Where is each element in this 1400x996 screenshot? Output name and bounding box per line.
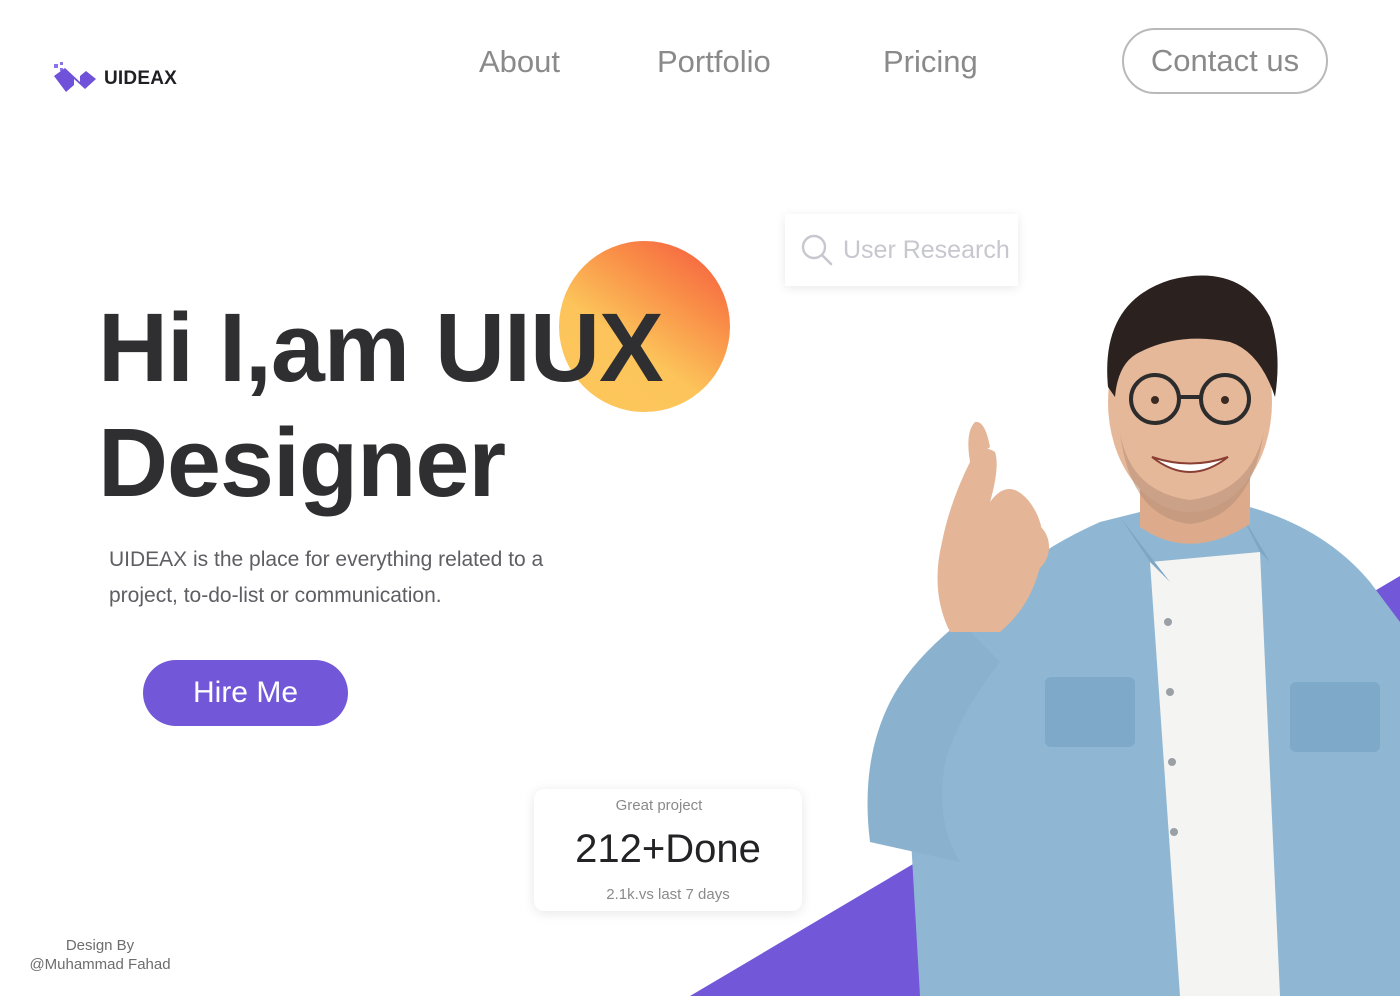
nav-portfolio-link[interactable]: Portfolio [657,44,771,80]
nav-pricing-link[interactable]: Pricing [883,44,978,80]
hire-me-button[interactable]: Hire Me [143,660,348,726]
credit-line-1: Design By [65,937,135,954]
credit-line-2: @Muhammad Fahad [29,956,171,973]
hero-description: UIDEAX is the place for everything relat… [109,548,544,607]
hero-title: Hi I,am UIUX Designer [98,290,664,520]
hero-title-line-1: Hi I,am UIUX [98,293,664,402]
landing-page: UIDEAX About Portfolio Pricing Contact u… [0,0,1400,996]
stats-label: Great project [615,797,703,814]
brand-name: UIDEAX [104,68,177,89]
stats-subtext: 2.1k.vs last 7 days [606,886,730,903]
project-stats-card: Great project 212+Done 2.1k.vs last 7 da… [534,789,802,911]
uideax-logo-icon [54,62,96,92]
brand-logo[interactable]: UIDEAX [52,62,177,96]
hero-title-line-2: Designer [98,408,506,517]
contact-us-button[interactable]: Contact us [1122,28,1328,94]
stats-value: 212+Done [575,827,761,871]
search-icon [801,234,833,266]
nav-about-link[interactable]: About [479,44,560,80]
search-input[interactable] [843,235,1013,265]
design-credit: Design By @Muhammad Fahad [22,936,178,974]
designer-portrait-image [867,275,1400,996]
